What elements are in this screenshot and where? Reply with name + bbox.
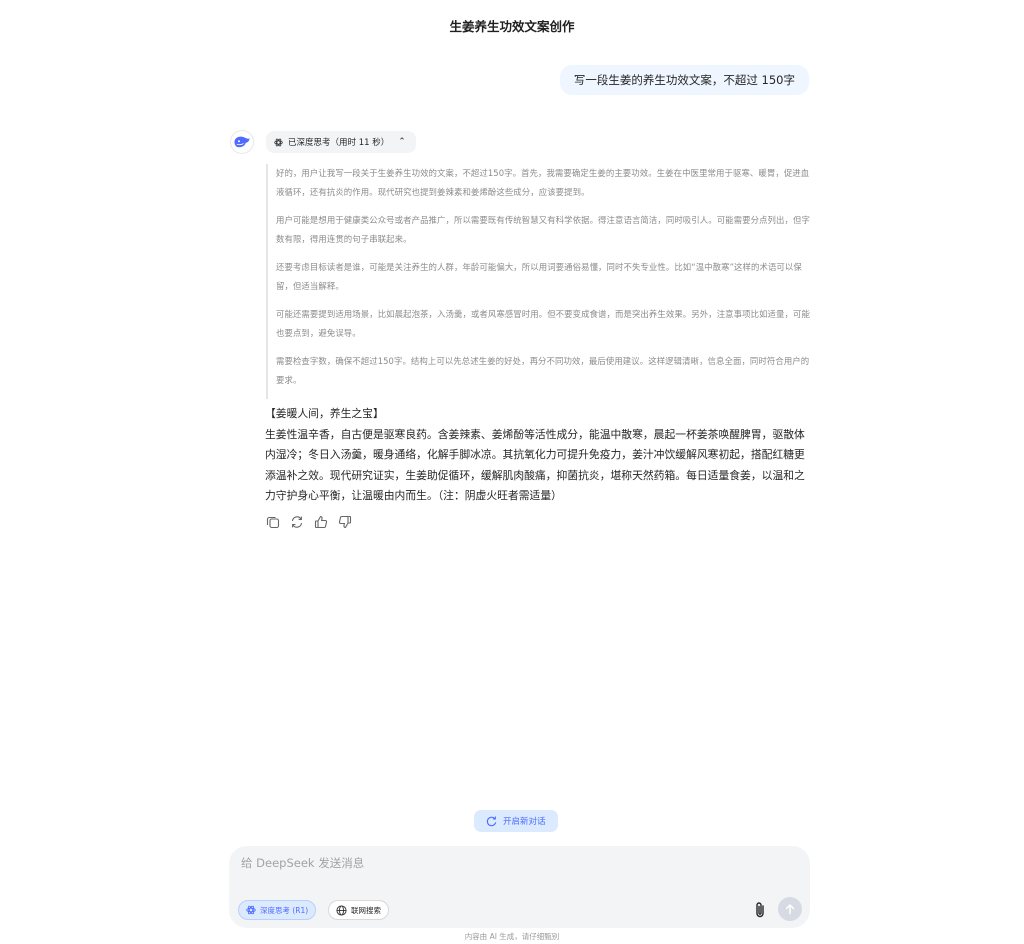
copy-button[interactable] xyxy=(265,514,281,530)
arrow-up-icon xyxy=(785,904,795,915)
thinking-content: 好的，用户让我写一段关于生姜养生功效的文案，不超过150字。首先，我需要确定生姜… xyxy=(266,164,811,399)
copy-icon xyxy=(266,516,280,529)
answer-title: 【姜暖人间，养生之宝】 xyxy=(265,407,384,420)
whale-logo-icon xyxy=(234,136,250,148)
new-chat-icon xyxy=(486,816,497,826)
atom-icon xyxy=(274,138,283,146)
answer-body: 生姜性温辛香，自古便是驱寒良药。含姜辣素、姜烯酚等活性成分，能温中散寒，晨起一杯… xyxy=(265,427,805,503)
thinking-toggle[interactable]: 已深度思考（用时 11 秒） ⌃ xyxy=(266,131,416,153)
new-chat-button[interactable]: 开启新对话 xyxy=(474,810,558,832)
page-title: 生姜养生功效文案创作 xyxy=(449,19,575,34)
deep-think-toggle[interactable]: 深度思考 (R1) xyxy=(238,900,317,920)
assistant-answer: 【姜暖人间，养生之宝】 生姜性温辛香，自古便是驱寒良药。含姜辣素、姜烯酚等活性成… xyxy=(265,404,813,507)
regenerate-button[interactable] xyxy=(289,514,305,530)
paperclip-icon xyxy=(756,902,764,918)
message-input[interactable] xyxy=(241,856,761,870)
like-button[interactable] xyxy=(313,514,329,530)
thinking-paragraph: 需要检查字数，确保不超过150字。结构上可以先总述生姜的好处，再分不同功效，最后… xyxy=(276,356,810,385)
send-button[interactable] xyxy=(778,897,802,921)
thumbs-down-icon xyxy=(338,515,352,529)
deep-think-label: 深度思考 (R1) xyxy=(260,905,309,915)
dislike-button[interactable] xyxy=(337,514,353,530)
thinking-paragraph: 可能还需要提到适用场景，比如晨起泡茶，入汤羹，或者风寒感冒时用。但不要变成食谱，… xyxy=(276,309,810,338)
thinking-paragraph: 用户可能是想用于健康类公众号或者产品推广，所以需要既有传统智慧又有科学依据。得注… xyxy=(276,215,810,244)
thumbs-up-icon xyxy=(314,515,328,529)
deepseek-avatar xyxy=(230,130,254,154)
message-composer: 深度思考 (R1) 联网搜索 xyxy=(229,846,810,928)
message-actions xyxy=(265,514,353,530)
thinking-label: 已深度思考（用时 11 秒） xyxy=(288,138,390,148)
thinking-paragraph: 好的，用户让我写一段关于生姜养生功效的文案，不超过150字。首先，我需要确定生姜… xyxy=(276,168,810,197)
user-message: 写一段生姜的养生功效文案，不超过 150字 xyxy=(559,65,809,95)
ai-disclaimer: 内容由 AI 生成，请仔细甄别 xyxy=(464,932,560,941)
atom-icon xyxy=(246,905,256,915)
web-search-toggle[interactable]: 联网搜索 xyxy=(328,900,389,920)
thinking-paragraph: 还要考虑目标读者是谁，可能是关注养生的人群，年龄可能偏大，所以用词要通俗易懂，同… xyxy=(276,262,802,291)
new-chat-label: 开启新对话 xyxy=(503,817,546,827)
chevron-up-icon: ⌃ xyxy=(398,137,406,147)
globe-icon xyxy=(336,904,347,916)
attach-button[interactable] xyxy=(751,900,769,920)
refresh-icon xyxy=(291,516,303,528)
web-search-label: 联网搜索 xyxy=(351,905,381,915)
